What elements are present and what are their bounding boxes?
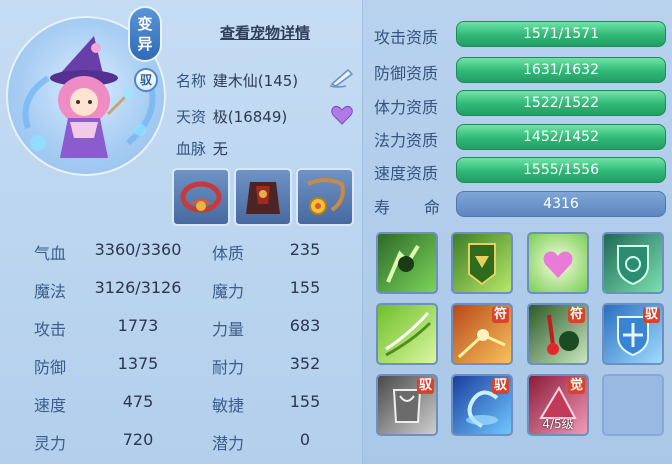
- skill-slot-1[interactable]: [376, 232, 438, 294]
- pet-name-value: 建木仙(145): [212, 72, 299, 90]
- attr-label-constitution: 体质: [212, 244, 245, 263]
- lifespan-bar: 4316: [456, 191, 666, 217]
- attr-label-potential: 潜力: [212, 434, 245, 453]
- stat-label-hp: 气血: [34, 244, 67, 263]
- view-pet-details-link[interactable]: 查看宠物详情: [220, 22, 310, 43]
- lifespan-label-char: 寿: [374, 198, 391, 217]
- pet-bloodline-label: 血脉: [176, 140, 207, 158]
- awaken-tag: 觉: [567, 378, 585, 394]
- stat-value-attack: 1773: [117, 316, 159, 335]
- aptitude-bar-attack: 1571/1571: [456, 21, 666, 47]
- skill-slot-4[interactable]: [602, 232, 664, 294]
- heart-skill-icon: [543, 251, 573, 278]
- talisman-tag: 符: [491, 307, 509, 323]
- attr-value-constitution: 235: [289, 240, 321, 259]
- tamed-badge: 驭: [134, 68, 158, 92]
- green-wind-skill-icon: [385, 311, 432, 357]
- aptitude-label-speed: 速度资质: [374, 164, 439, 183]
- attr-value-potential: 0: [299, 430, 311, 449]
- lifespan-label: 寿命: [374, 194, 440, 218]
- attr-value-agility: 155: [289, 392, 321, 411]
- attr-value-magic: 155: [289, 278, 321, 297]
- variant-badge: 变 异: [128, 6, 162, 62]
- lifespan-label-char: 命: [424, 198, 441, 217]
- attr-value-endurance: 352: [289, 354, 321, 373]
- pet-name-row: 名称 建木仙(145): [176, 70, 298, 91]
- pet-name-label: 名称: [176, 72, 207, 90]
- skill-slot-6[interactable]: 符: [451, 303, 513, 365]
- aptitude-bar-speed: 1555/1556: [456, 157, 666, 183]
- aptitude-label-defense: 防御资质: [374, 64, 439, 83]
- heart-icon[interactable]: [330, 104, 354, 130]
- edit-name-icon[interactable]: [328, 66, 356, 92]
- aptitude-bar-stamina: 1522/1522: [456, 90, 666, 116]
- skill-slot-9[interactable]: 驭: [376, 374, 438, 436]
- aptitude-label-stamina: 体力资质: [374, 98, 439, 117]
- green-shield-skill-icon: [617, 245, 649, 286]
- skill-slot-10[interactable]: 驭: [451, 374, 513, 436]
- collar-icon: [180, 181, 222, 213]
- equipment-slot-ring[interactable]: [296, 168, 354, 226]
- attr-label-agility: 敏捷: [212, 396, 245, 415]
- stat-value-hp: 3360/3360: [94, 240, 182, 259]
- stat-value-mp: 3126/3126: [94, 278, 182, 297]
- stat-value-defense: 1375: [117, 354, 159, 373]
- aptitude-label-attack: 攻击资质: [374, 28, 439, 47]
- stat-label-spirit: 灵力: [34, 434, 67, 453]
- tamed-tag: 驭: [642, 307, 660, 323]
- attr-label-magic: 魔力: [212, 282, 245, 301]
- aptitude-label-mana: 法力资质: [374, 131, 439, 150]
- stat-label-defense: 防御: [34, 358, 67, 377]
- stat-value-spirit: 720: [122, 430, 154, 449]
- skill-slot-2[interactable]: [451, 232, 513, 294]
- green-shield-banner-skill-icon: [468, 243, 496, 286]
- pet-bloodline-value: 无: [212, 140, 228, 158]
- aptitude-bar-defense: 1631/1632: [456, 57, 666, 83]
- stat-label-attack: 攻击: [34, 320, 67, 339]
- tamed-tag: 驭: [491, 378, 509, 394]
- talisman-tag: 符: [567, 307, 585, 323]
- skill-slot-empty[interactable]: [602, 374, 664, 436]
- variant-badge-char: 异: [137, 35, 153, 53]
- skill-slot-8[interactable]: 驭: [602, 303, 664, 365]
- pet-bloodline-row: 血脉 无: [176, 138, 228, 159]
- green-warrior-skill-icon: [386, 244, 420, 283]
- skill-slot-3[interactable]: [527, 232, 589, 294]
- stat-label-speed: 速度: [34, 396, 67, 415]
- pet-talent-value: 极(16849): [212, 108, 288, 126]
- attr-label-endurance: 耐力: [212, 358, 245, 377]
- attr-value-strength: 683: [289, 316, 321, 335]
- pet-talent-label: 天资: [176, 108, 207, 126]
- skill-slot-11[interactable]: 觉 4/5级: [527, 374, 589, 436]
- stat-label-mp: 魔法: [34, 282, 67, 301]
- equipment-slot-collar[interactable]: [172, 168, 230, 226]
- attr-label-strength: 力量: [212, 320, 245, 339]
- ring-icon: [307, 178, 345, 215]
- variant-badge-char: 变: [137, 15, 153, 33]
- aptitude-bar-mana: 1452/1452: [456, 124, 666, 150]
- armor-icon: [246, 182, 280, 214]
- stat-value-speed: 475: [122, 392, 154, 411]
- skill-slot-7[interactable]: 符: [527, 303, 589, 365]
- equipment-slot-armor[interactable]: [234, 168, 292, 226]
- pet-talent-row: 天资 极(16849): [176, 106, 287, 127]
- awaken-level: 4/5级: [542, 417, 574, 431]
- tamed-tag: 驭: [416, 378, 434, 394]
- skill-slot-5[interactable]: [376, 303, 438, 365]
